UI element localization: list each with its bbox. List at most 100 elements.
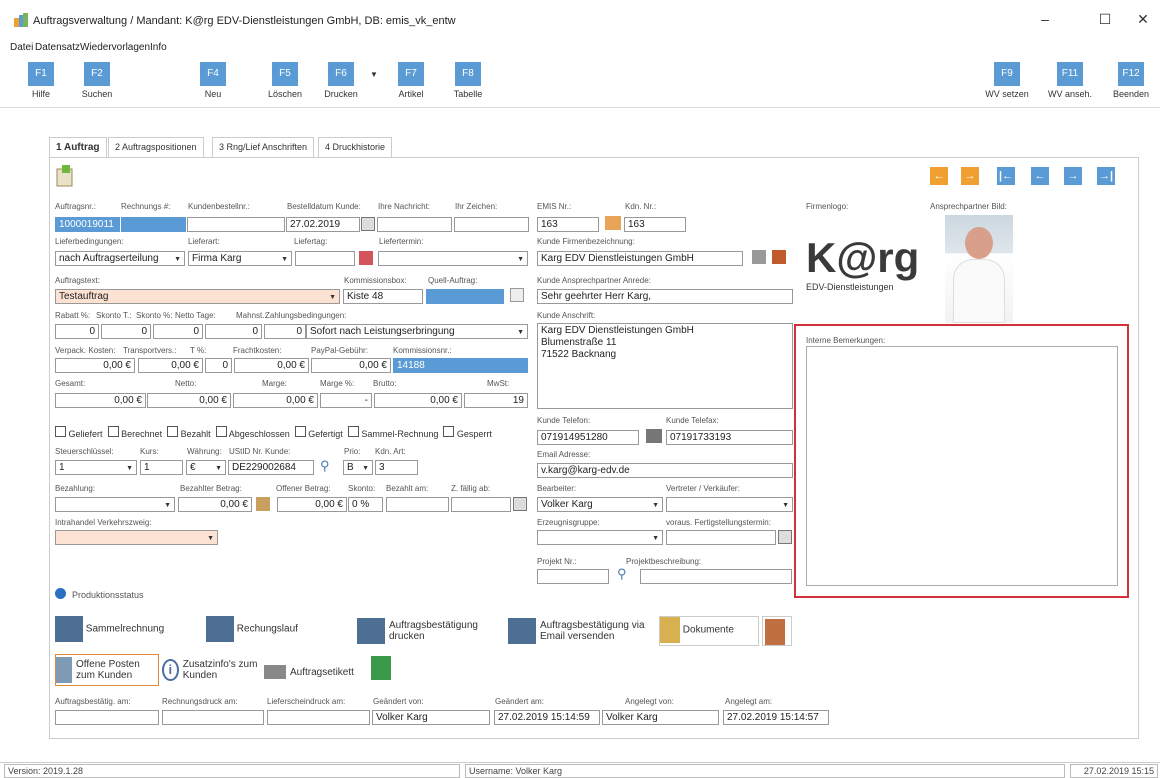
ustid-field[interactable]: DE229002684 [228, 460, 314, 475]
gesamt-field[interactable]: 0,00 € [55, 393, 146, 408]
bezahlung-select[interactable]: ▼ [55, 497, 175, 512]
f7-article-button[interactable]: F7 Artikel [388, 62, 434, 104]
kunde-firmenbezeichnung-field[interactable]: Karg EDV Dienstleistungen GmbH [537, 251, 743, 266]
geliefert-checkbox[interactable] [55, 426, 66, 437]
kunde-telefon-field[interactable]: 071914951280 [537, 430, 639, 445]
contact-card-button[interactable] [762, 616, 792, 646]
ld-am-field[interactable] [267, 710, 370, 725]
kundenbestellnr-field[interactable] [187, 217, 285, 232]
menu-datei[interactable]: Datei [10, 42, 33, 53]
rechnungsnr-field[interactable] [121, 217, 186, 232]
intrahandel-select[interactable]: ▼ [55, 530, 218, 545]
nav-first-icon[interactable]: |← [997, 167, 1015, 185]
waehrung-select[interactable]: € ▼ [186, 460, 226, 475]
kurs-field[interactable]: 1 [140, 460, 183, 475]
emis-nr-field[interactable]: 163 [537, 217, 599, 232]
skonto-field[interactable]: 0 % [348, 497, 383, 512]
customer-lookup-icon[interactable] [605, 216, 621, 230]
ihr-zeichen-field[interactable] [454, 217, 529, 232]
calendar-icon[interactable] [778, 530, 792, 544]
paypal-field[interactable]: 0,00 € [311, 358, 391, 373]
maximize-button[interactable]: ☐ [1090, 8, 1120, 30]
calendar-icon[interactable] [513, 497, 527, 511]
netto-field[interactable]: 0,00 € [147, 393, 231, 408]
marge-field[interactable]: 0,00 € [233, 393, 318, 408]
kunde-anschrift-field[interactable]: Karg EDV Dienstleistungen GmbH Blumenstr… [537, 323, 793, 409]
search-icon[interactable]: ⚲ [320, 458, 336, 474]
f4-new-button[interactable]: F4 Neu [190, 62, 236, 104]
rabatt-field[interactable]: 0 [55, 324, 99, 339]
f11-wv-view-button[interactable]: F11 WV anseh. [1047, 62, 1093, 104]
verpack-field[interactable]: 0,00 € [55, 358, 135, 373]
archive-button[interactable] [371, 656, 399, 684]
sammelrechnung-button[interactable]: Sammelrechnung [55, 616, 203, 646]
bestelldatum-field[interactable]: 27.02.2019 [286, 217, 360, 232]
print-dropdown-arrow-icon[interactable]: ▼ [370, 70, 378, 79]
prio-select[interactable]: B ▼ [343, 460, 373, 475]
geaendert-am-field[interactable]: 27.02.2019 15:14:59 [494, 710, 600, 725]
f1-help-button[interactable]: F1 Hilfe [18, 62, 64, 104]
t-pct-field[interactable]: 0 [205, 358, 232, 373]
phone-icon[interactable] [646, 429, 662, 443]
steuerschluessel-select[interactable]: 1 ▼ [55, 460, 137, 475]
kunde-anrede-field[interactable]: Sehr geehrter Herr Karg, [537, 289, 793, 304]
offener-betrag-field[interactable]: 0,00 € [277, 497, 347, 512]
f6-print-button[interactable]: F6 Drucken [318, 62, 364, 104]
auftragsetikett-button[interactable]: Auftragsetikett [264, 660, 369, 684]
angelegt-von-field[interactable]: Volker Karg [602, 710, 719, 725]
ihre-nachricht-field[interactable] [377, 217, 452, 232]
nav-next-orange-icon[interactable]: → [961, 167, 979, 185]
edit-customer-icon[interactable] [752, 250, 766, 264]
close-button[interactable]: ✕ [1128, 8, 1158, 30]
menu-info[interactable]: Info [150, 42, 167, 53]
auftragstext-select[interactable]: Testauftrag ▼ [55, 289, 340, 304]
tab-auftrag[interactable]: 1 Auftrag [49, 137, 107, 157]
menu-wiedervorlagen[interactable]: Wiedervorlagen [80, 42, 150, 53]
kommissionsbox-field[interactable]: Kiste 48 [343, 289, 423, 304]
skonto-t-field[interactable]: 0 [101, 324, 151, 339]
tab-auftragspositionen[interactable]: 2 Auftragspositionen [108, 137, 204, 157]
copy-order-icon[interactable] [510, 288, 524, 302]
sammel-rechnung-checkbox[interactable] [347, 426, 359, 437]
books-icon[interactable] [772, 250, 786, 264]
kdn-art-field[interactable]: 3 [375, 460, 418, 475]
new-document-icon[interactable] [56, 165, 76, 187]
zahlungsbedingungen-select[interactable]: Sofort nach Leistungserbringung ▼ [306, 324, 528, 339]
gesperrt-checkbox[interactable] [443, 426, 455, 437]
f5-delete-button[interactable]: F5 Löschen [262, 62, 308, 104]
search-icon[interactable]: ⚲ [617, 566, 633, 582]
minimize-button[interactable]: – [1030, 8, 1060, 30]
ab-email-button[interactable]: Auftragsbestätigung via Email versenden [508, 616, 656, 646]
tab-anschriften[interactable]: 3 Rng/Lief Anschriften [212, 137, 315, 157]
marge-pct-field[interactable]: - [320, 393, 372, 408]
kommissionsnr-field[interactable]: 14188 [393, 358, 528, 373]
frachtkosten-field[interactable]: 0,00 € [234, 358, 309, 373]
skonto-p-field[interactable]: 0 [153, 324, 203, 339]
calendar-icon[interactable] [361, 217, 375, 231]
bearbeiter-select[interactable]: Volker Karg ▼ [537, 497, 663, 512]
erzeugnisgruppe-select[interactable]: ▼ [537, 530, 663, 545]
f2-search-button[interactable]: F2 Suchen [74, 62, 120, 104]
projekt-nr-field[interactable] [537, 569, 609, 584]
projektbeschreibung-field[interactable] [640, 569, 792, 584]
dokumente-button[interactable]: Dokumente [659, 616, 759, 646]
offene-posten-button[interactable]: Offene Posten zum Kunden [55, 654, 159, 686]
lieferbedingungen-select[interactable]: nach Auftragserteilung ▼ [55, 251, 185, 266]
f12-exit-button[interactable]: F12 Beenden [1108, 62, 1154, 104]
ab-drucken-button[interactable]: Auftragsbestätigung drucken [357, 616, 505, 646]
tab-druckhistorie[interactable]: 4 Druckhistorie [318, 137, 393, 157]
nav-forward-icon[interactable]: → [1064, 167, 1082, 185]
rechungslauf-button[interactable]: Rechungslauf [206, 616, 354, 646]
calendar-red-icon[interactable] [359, 251, 373, 265]
kdn-nr-field[interactable]: 163 [624, 217, 686, 232]
rd-am-field[interactable] [162, 710, 264, 725]
liefertermin-select[interactable]: ▼ [378, 251, 528, 266]
interne-bemerkungen-textarea[interactable] [806, 346, 1118, 586]
brutto-field[interactable]: 0,00 € [374, 393, 462, 408]
ab-am-field[interactable] [55, 710, 159, 725]
bezahlt-am-field[interactable] [386, 497, 449, 512]
quell-auftrag-field[interactable] [426, 289, 504, 304]
f8-table-button[interactable]: F8 Tabelle [445, 62, 491, 104]
email-field[interactable]: v.karg@karg-edv.de [537, 463, 793, 478]
geaendert-von-field[interactable]: Volker Karg [372, 710, 490, 725]
